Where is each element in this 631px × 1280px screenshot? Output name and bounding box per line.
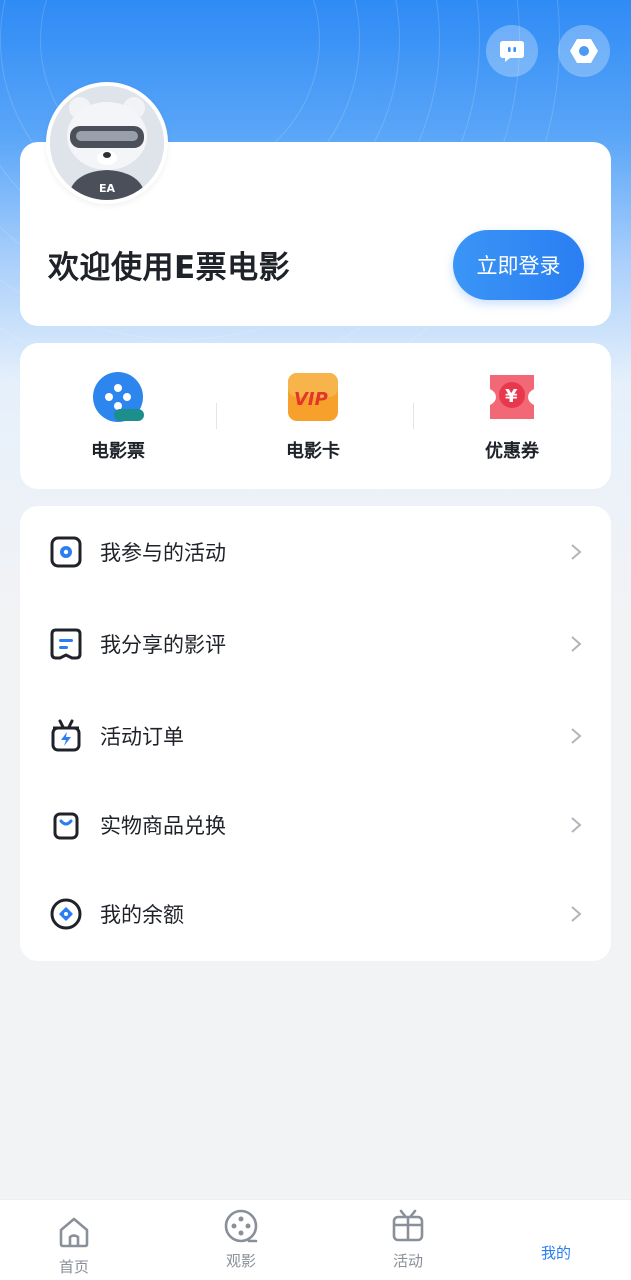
menu-label: 活动订单	[100, 725, 184, 749]
quick-item-vip-card[interactable]: VIP 电影卡	[243, 371, 383, 463]
menu-item-exchange[interactable]: 实物商品兑换	[20, 785, 611, 865]
welcome-text: 欢迎使用E票电影	[48, 250, 291, 286]
menu-label: 实物商品兑换	[100, 814, 226, 838]
order-icon	[51, 719, 81, 752]
menu-card: 我参与的活动 我分享的影评 活动订单 实物商品兑换 我的余额	[20, 506, 611, 961]
balance-icon	[50, 898, 82, 930]
svg-text:EA: EA	[99, 182, 116, 195]
avatar[interactable]: EA	[46, 82, 168, 204]
film-reel-icon	[224, 1209, 258, 1243]
home-icon	[59, 1217, 89, 1248]
chat-bubble-icon	[500, 41, 524, 62]
svg-text:¥: ¥	[505, 386, 518, 407]
menu-label: 我的余额	[100, 903, 184, 927]
mascot-avatar-icon: EA	[50, 86, 164, 200]
quick-label: 电影卡	[286, 441, 340, 462]
quick-item-coupon[interactable]: ¥ 优惠券	[442, 371, 582, 463]
tab-mine[interactable]: 我的	[506, 1220, 606, 1263]
tab-label: 首页	[58, 1258, 89, 1276]
bottom-tab-bar: 首页 观影 活动 我的	[0, 1199, 631, 1280]
menu-label: 我参与的活动	[100, 541, 226, 565]
bag-icon	[53, 812, 79, 840]
message-button[interactable]	[486, 25, 538, 77]
activity-icon	[50, 536, 82, 568]
menu-item-reviews[interactable]: 我分享的影评	[20, 604, 611, 684]
menu-item-balance[interactable]: 我的余额	[20, 874, 611, 954]
review-icon	[50, 628, 82, 660]
tab-label: 活动	[392, 1252, 423, 1270]
menu-label: 我分享的影评	[100, 633, 226, 657]
settings-icon	[570, 39, 598, 63]
chevron-right-icon	[571, 636, 582, 652]
settings-button[interactable]	[558, 25, 610, 77]
divider	[216, 403, 217, 429]
vip-card-icon: VIP	[288, 373, 338, 421]
quick-actions-card: 电影票 VIP 电影卡 ¥ 优惠券	[20, 343, 611, 489]
chevron-right-icon	[571, 817, 582, 833]
tab-activity[interactable]: 活动	[358, 1208, 458, 1271]
tab-home[interactable]: 首页	[24, 1214, 124, 1277]
svg-text:VIP: VIP	[294, 389, 328, 410]
divider	[413, 403, 414, 429]
tab-label: 观影	[225, 1252, 256, 1270]
chevron-right-icon	[571, 906, 582, 922]
quick-item-film-ticket[interactable]: 电影票	[48, 371, 188, 463]
quick-label: 优惠券	[485, 441, 539, 462]
gift-icon	[392, 1209, 424, 1242]
chevron-right-icon	[571, 544, 582, 560]
tab-label: 我的	[540, 1244, 571, 1262]
tab-watch[interactable]: 观影	[191, 1208, 291, 1271]
chevron-right-icon	[571, 728, 582, 744]
film-ticket-icon	[93, 372, 144, 422]
menu-item-orders[interactable]: 活动订单	[20, 696, 611, 776]
quick-label: 电影票	[91, 441, 145, 462]
coupon-icon: ¥	[490, 375, 534, 419]
login-button[interactable]: 立即登录	[453, 230, 584, 300]
menu-item-activities[interactable]: 我参与的活动	[20, 512, 611, 592]
